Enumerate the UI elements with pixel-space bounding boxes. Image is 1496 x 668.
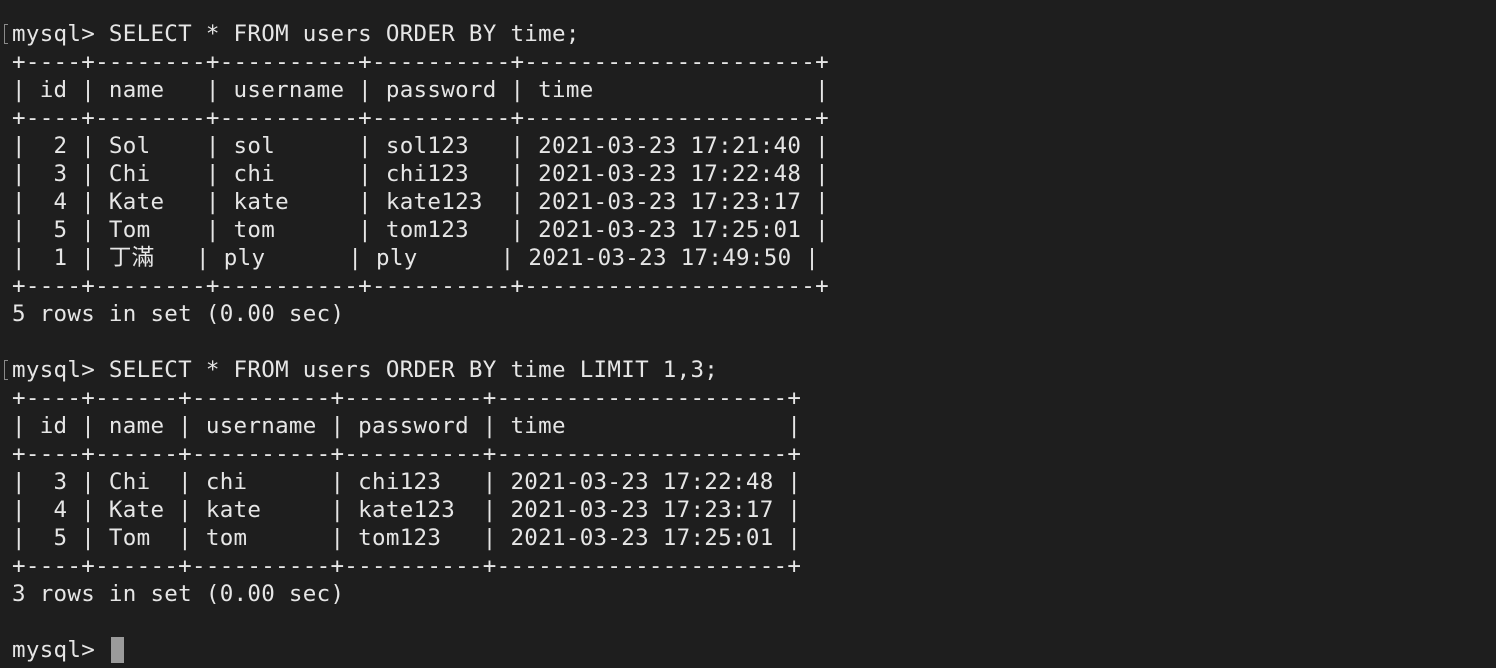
command-mark-icon: [4, 360, 8, 380]
table-row: | 3 | Chi | chi | chi123 | 2021-03-23 17…: [12, 469, 802, 495]
table-header: | id | name | username | password | time…: [12, 413, 802, 439]
command-line-1: mysql> SELECT * FROM users ORDER BY time…: [12, 21, 580, 47]
command-mark-icon: [4, 24, 8, 44]
table-header: | id | name | username | password | time…: [12, 77, 829, 103]
table-row: | 2 | Sol | sol | sol123 | 2021-03-23 17…: [12, 133, 829, 159]
prompt-label: mysql>: [12, 637, 109, 663]
result-table-2: +----+------+----------+----------+-----…: [12, 384, 1496, 580]
result-table-1: +----+--------+----------+----------+---…: [12, 48, 1496, 300]
command-line-2: mysql> SELECT * FROM users ORDER BY time…: [12, 357, 719, 383]
table-row: | 1 | 丁滿 | ply | ply | 2021-03-23 17:49:…: [12, 245, 820, 271]
table-border: +----+------+----------+----------+-----…: [12, 441, 802, 467]
table-row: | 4 | Kate | kate | kate123 | 2021-03-23…: [12, 497, 802, 523]
table-row: | 4 | Kate | kate | kate123 | 2021-03-23…: [12, 189, 829, 215]
table-border: +----+--------+----------+----------+---…: [12, 49, 829, 75]
table-row: | 5 | Tom | tom | tom123 | 2021-03-23 17…: [12, 525, 802, 551]
terminal-window[interactable]: mysql> SELECT * FROM users ORDER BY time…: [0, 0, 1496, 668]
cursor-block: [110, 637, 124, 663]
table-row: | 3 | Chi | chi | chi123 | 2021-03-23 17…: [12, 161, 829, 187]
table-border: +----+--------+----------+----------+---…: [12, 105, 829, 131]
table-border: +----+------+----------+----------+-----…: [12, 553, 802, 579]
result-summary-1: 5 rows in set (0.00 sec): [12, 301, 345, 327]
input-line[interactable]: mysql>: [12, 636, 1496, 664]
table-border: +----+------+----------+----------+-----…: [12, 385, 802, 411]
table-border: +----+--------+----------+----------+---…: [12, 273, 829, 299]
result-summary-2: 3 rows in set (0.00 sec): [12, 581, 345, 607]
table-row: | 5 | Tom | tom | tom123 | 2021-03-23 17…: [12, 217, 829, 243]
